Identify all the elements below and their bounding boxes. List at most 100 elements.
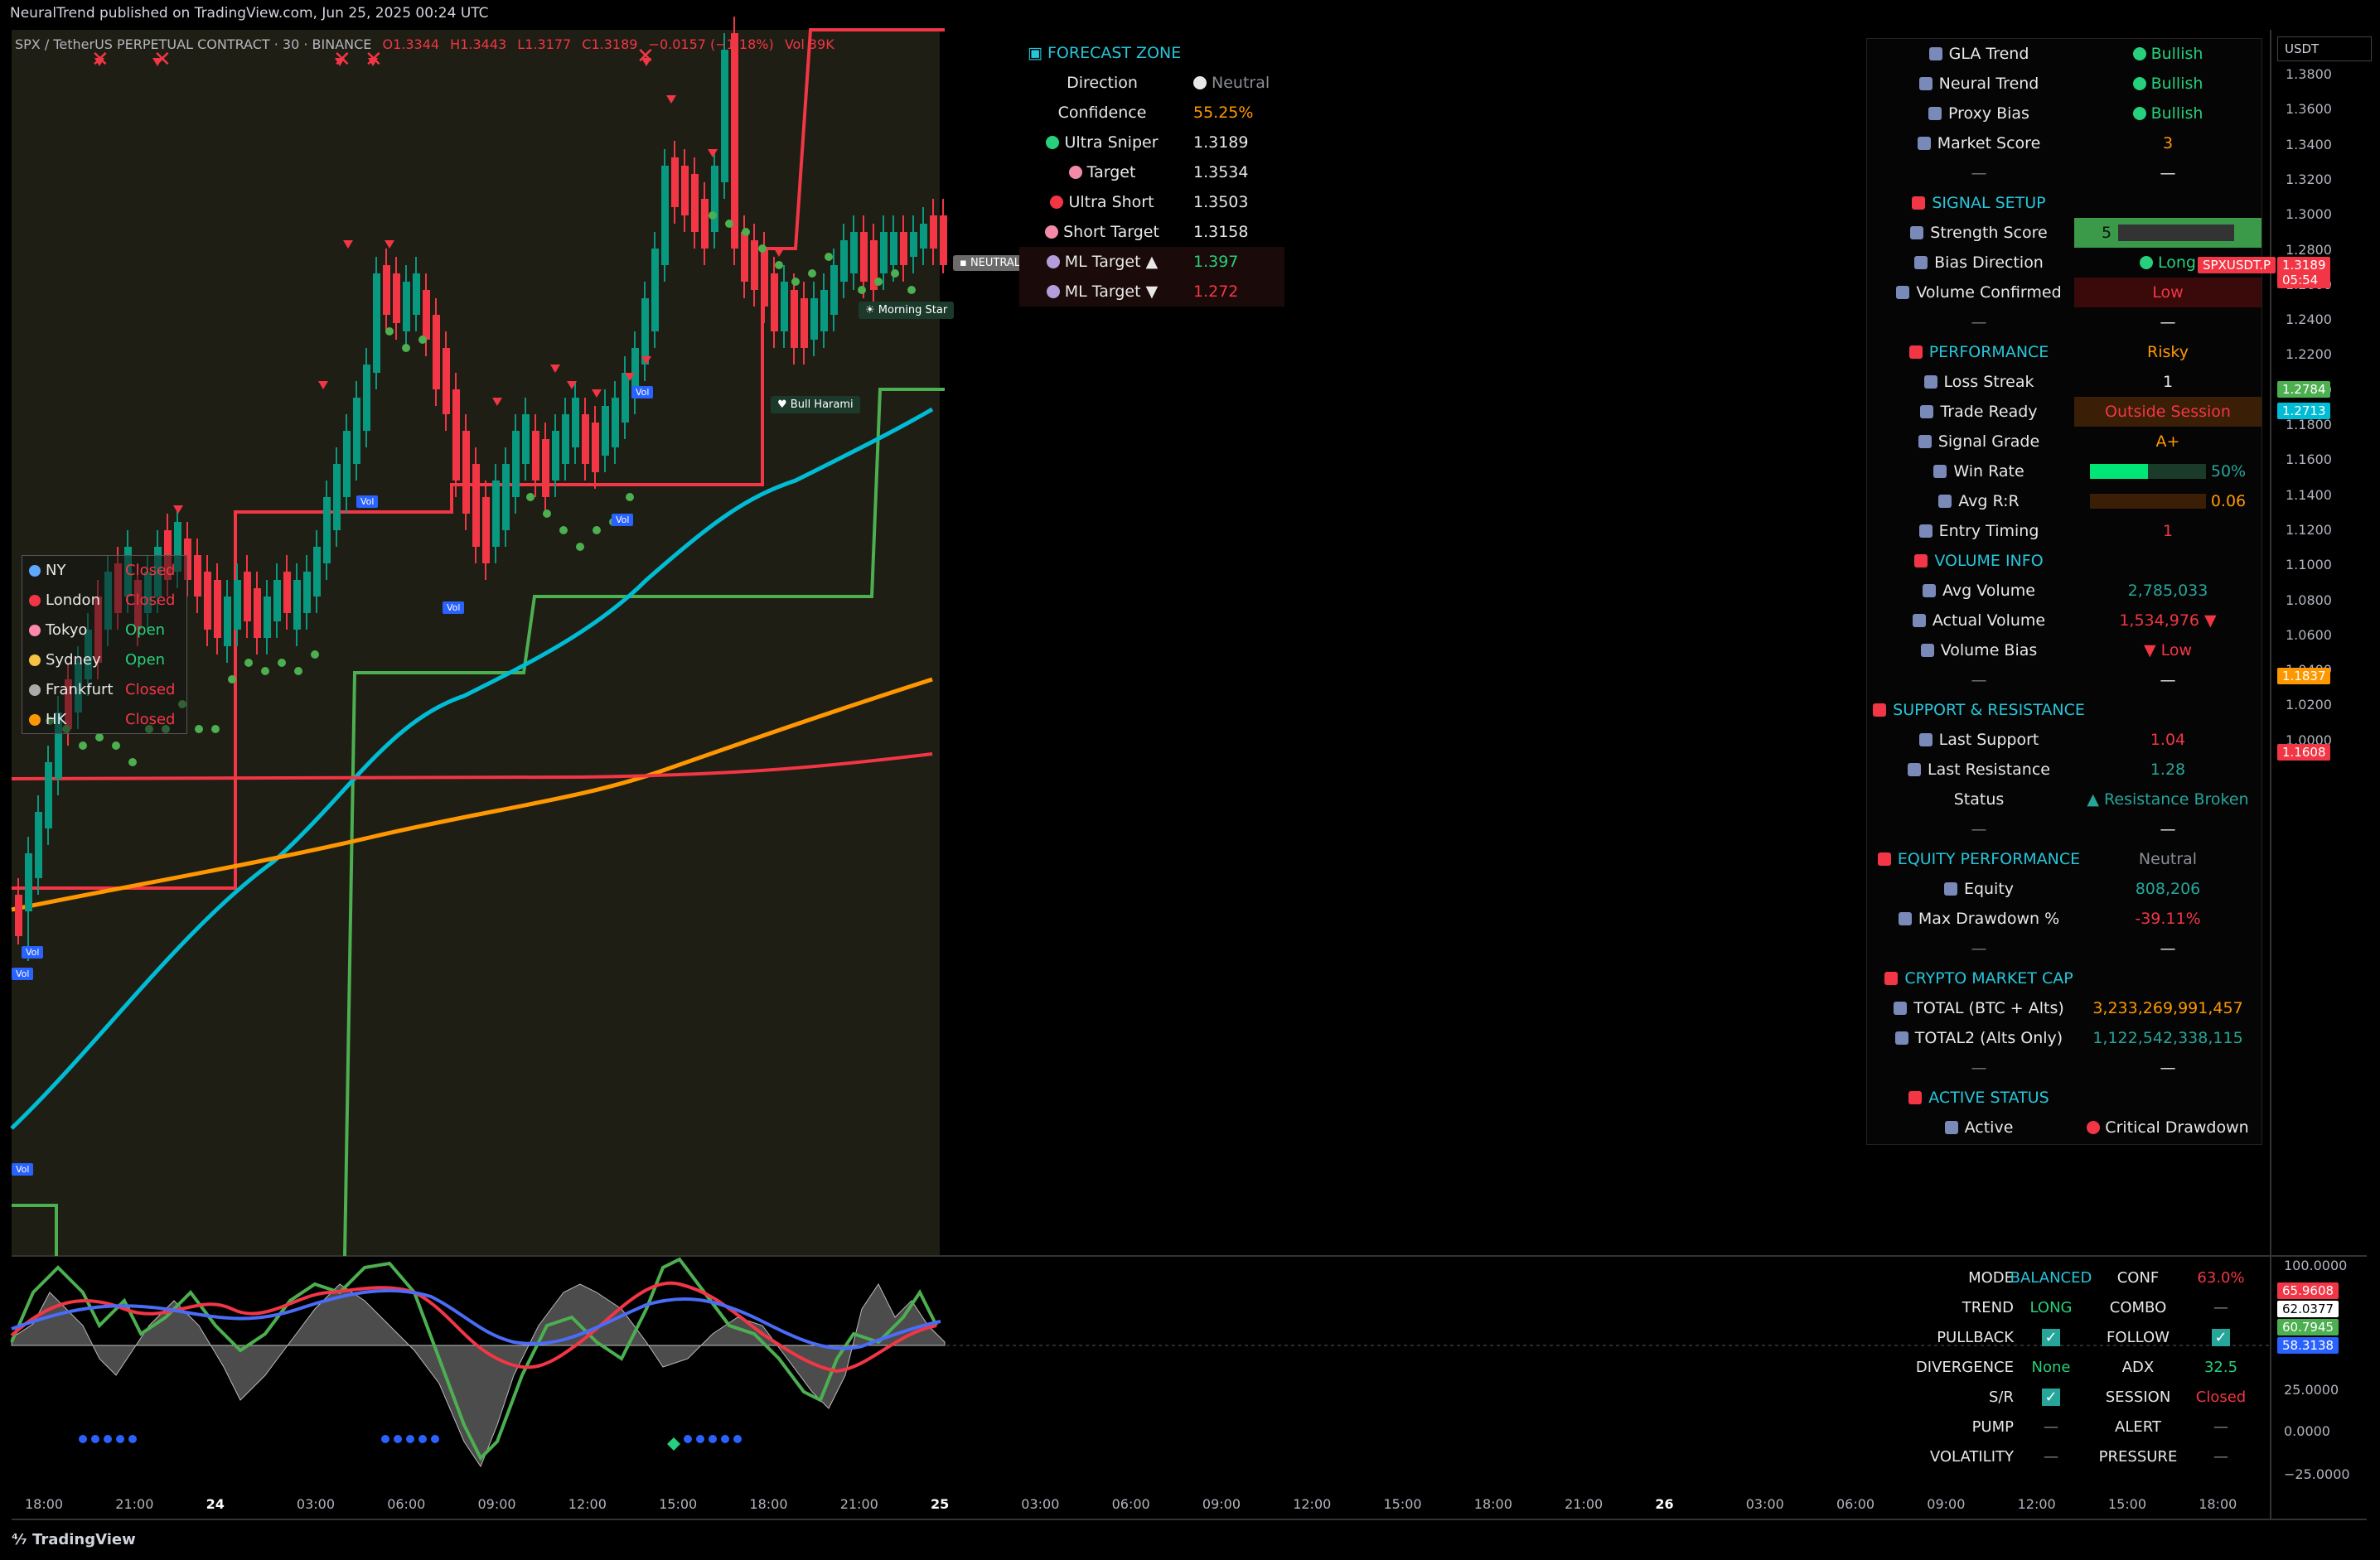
session-icon (29, 654, 41, 666)
buy-dot (402, 344, 410, 352)
time-tick: 18:00 (1473, 1496, 1512, 1512)
metric-label: GLA Trend (1867, 39, 2091, 69)
metric-value: 3 (2074, 128, 2261, 158)
vol-tag: Vol (12, 1163, 34, 1176)
ohlc-high: H1.3443 (450, 36, 507, 52)
session-icon (29, 595, 41, 606)
osc-value: 63.0% (2197, 1269, 2245, 1287)
osc-tag: 58.3138 (2277, 1337, 2339, 1354)
metric-row: Proxy Bias Bullish (1867, 99, 2261, 128)
metric-row: — — (1867, 814, 2261, 844)
tradingview-logo[interactable]: ⁴⁄₇ TradingView (12, 1531, 136, 1548)
osc-gray-area (11, 1283, 946, 1468)
metric-icon (1943, 882, 1957, 896)
metric-row: — — (1867, 1053, 2261, 1083)
buy-dot (576, 543, 584, 551)
metric-value-text: — (2160, 671, 2176, 689)
session-name: NY (46, 562, 66, 579)
buy-dot (593, 526, 601, 534)
metric-label: Proxy Bias (1867, 99, 2091, 128)
metric-row: Last Resistance 1.28 (1867, 755, 2261, 785)
symbol-tag: SPXUSDT.P (2198, 257, 2276, 273)
osc-key: PUMP (1971, 1418, 2014, 1436)
vol-tag: Vol (612, 514, 634, 526)
price-tick: 1.0600 (2286, 626, 2332, 643)
time-tick: 21:00 (839, 1496, 878, 1512)
vol-tag: Vol (12, 968, 34, 980)
candle (373, 257, 380, 389)
osc-key: COMBO (2109, 1299, 2167, 1316)
metric-icon (1894, 1031, 1908, 1045)
metric-label-text: ACTIVE STATUS (1928, 1089, 2049, 1107)
metric-value-text: Low (2152, 283, 2184, 302)
metric-label-text: — (1971, 313, 1987, 331)
time-tick: 03:00 (296, 1496, 335, 1512)
pin-icon (1908, 345, 1923, 359)
metric-label: Max Drawdown % (1867, 904, 2091, 934)
metric-label-text: Last Resistance (1927, 761, 2050, 779)
candle (721, 33, 728, 199)
bull-harami-text: Bull Harami (790, 398, 854, 411)
metric-row: Avg R:R 0.06 (1867, 486, 2261, 516)
time-tick: 06:00 (387, 1496, 426, 1512)
metric-row: Status ▲ Resistance Broken (1867, 785, 2261, 814)
metric-row: ACTIVE STATUS (1867, 1083, 2261, 1113)
metric-label: Avg R:R (1867, 486, 2091, 516)
metric-value: 0.06 (2074, 486, 2261, 516)
osc-tick: −25.0000 (2284, 1466, 2350, 1482)
robot-icon (1046, 285, 1060, 298)
session-name: London (46, 592, 100, 609)
metric-label: SUPPORT & RESISTANCE (1867, 695, 2091, 725)
osc-signal-dot (79, 1435, 87, 1443)
bull-harami-tag: ♥ Bull Harami (771, 396, 860, 413)
osc-key: CONF (2116, 1269, 2160, 1287)
metric-value: Critical Drawdown (2074, 1113, 2261, 1142)
forecast-value-text: 1.3158 (1193, 223, 1249, 241)
vol-tag: Vol (443, 601, 465, 614)
candle (472, 447, 480, 563)
osc-signal-dot (696, 1435, 704, 1443)
forecast-label: Ultra Sniper (1019, 128, 1185, 157)
metric-value: Low (2074, 278, 2261, 307)
ohlc-volume: Vol 39K (784, 36, 834, 52)
metric-value-text: Risky (2147, 343, 2189, 361)
forecast-value-text: 1.397 (1193, 253, 1239, 271)
price-tag: 1.2784 (2277, 381, 2330, 398)
metric-label-text: Win Rate (1953, 462, 2024, 481)
buy-dot (244, 659, 253, 667)
metric-row: PERFORMANCE Risky (1867, 337, 2261, 367)
price-tag: 1.3189 05:54 (2277, 257, 2330, 288)
metric-icon (1907, 763, 1921, 776)
pin-icon (1873, 703, 1887, 717)
metric-label-text: GLA Trend (1948, 45, 2029, 63)
sessions-table: NY Closed London Closed Tokyo Open Sydney Open F… (22, 555, 187, 734)
metric-icon (1933, 465, 1947, 478)
metric-label: Loss Streak (1867, 367, 2091, 397)
metric-row: Neural Trend Bullish (1867, 69, 2261, 99)
metric-label-text: Avg R:R (1958, 492, 2020, 510)
pin-icon (1908, 1091, 1923, 1104)
metric-value-text: Outside Session (2105, 403, 2231, 421)
white-dot-icon (1193, 76, 1207, 89)
metric-label: Volume Confirmed (1867, 278, 2091, 307)
red-dot-icon (2087, 1121, 2101, 1134)
metric-value-text: ▲ Resistance Broken (2087, 790, 2249, 809)
session-icon (29, 625, 41, 636)
symbol-name[interactable]: SPX / TetherUS PERPETUAL CONTRACT · 30 ·… (15, 36, 371, 52)
metric-icon (1917, 137, 1931, 150)
metric-label-text: Avg Volume (1942, 582, 2035, 600)
metric-row: Loss Streak 1 (1867, 367, 2261, 397)
osc-signal-dot (431, 1435, 439, 1443)
osc-key: ALERT (2115, 1418, 2161, 1436)
metric-row: Strength Score 5 (1867, 218, 2261, 248)
osc-dots (79, 1435, 742, 1451)
forecast-row: ML Target ▼ 1.272 (1019, 277, 1284, 307)
osc-tag: 62.0377 (2277, 1301, 2339, 1317)
buy-dot (758, 244, 767, 253)
metric-value: -39.11% (2074, 904, 2261, 934)
osc-key: VOLATILITY (1929, 1448, 2014, 1466)
session-row-tokyo: Tokyo Open (29, 616, 186, 645)
candle (651, 232, 659, 348)
metric-label: Active (1867, 1113, 2091, 1142)
published-by: NeuralTrend published on TradingView.com… (10, 5, 489, 22)
